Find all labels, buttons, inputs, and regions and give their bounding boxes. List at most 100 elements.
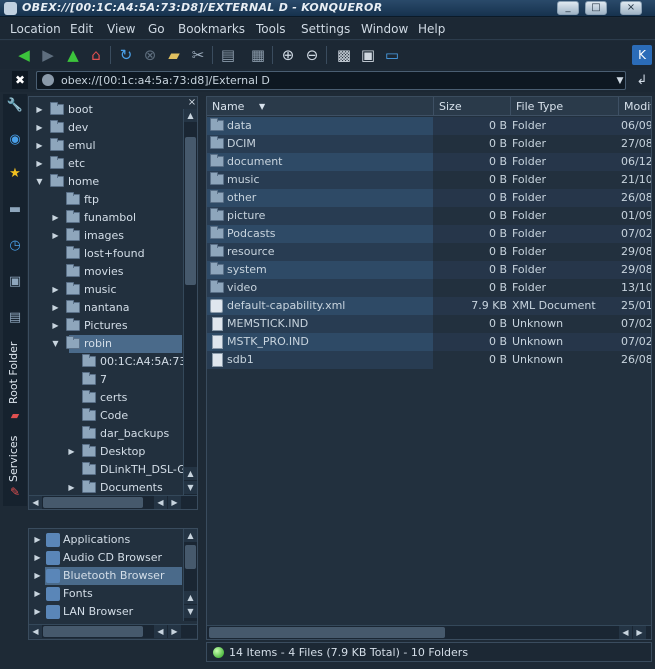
- scroll-left-icon[interactable]: ◀: [619, 626, 632, 639]
- menu-help[interactable]: Help: [418, 22, 445, 36]
- split-view-icon[interactable]: ▣: [358, 45, 378, 65]
- title-bar[interactable]: OBEX://[00:1C:A4:5A:73:D8]/EXTERNAL D - …: [0, 0, 655, 17]
- services-tree[interactable]: × ▶Applications▶Audio CD Browser▶Bluetoo…: [28, 528, 198, 640]
- home-folder-tab-icon[interactable]: ▬: [5, 200, 25, 220]
- scroll-right-icon[interactable]: ▶: [633, 626, 646, 639]
- file-row[interactable]: MEMSTICK.IND 0 B Unknown 07/02: [207, 315, 651, 333]
- services-vscrollbar[interactable]: ▲ ▲ ▼: [183, 529, 197, 621]
- network-tab-icon[interactable]: ▤: [5, 308, 25, 328]
- tree-hscroll-thumb[interactable]: [43, 497, 143, 508]
- up-icon[interactable]: ▲: [63, 45, 83, 65]
- zoom-in-icon[interactable]: ⊕: [278, 45, 298, 65]
- expand-arrow-icon[interactable]: ▶: [51, 213, 60, 222]
- clear-location-icon[interactable]: ✖: [12, 71, 28, 89]
- services-hscroll-thumb[interactable]: [43, 626, 143, 637]
- list-hscroll-thumb[interactable]: [209, 627, 445, 638]
- print-icon[interactable]: ▦: [248, 45, 268, 65]
- scroll-up-icon[interactable]: ▲: [184, 529, 197, 542]
- root-folder-tree[interactable]: × ▶ boot ▶ dev ▶ emul ▶ etc ▼ home ftp ▶ funambol ▶ im…: [28, 96, 198, 510]
- list-hscrollbar[interactable]: ◀ ▶: [207, 625, 651, 639]
- cut-icon[interactable]: ✂: [188, 45, 208, 65]
- file-row[interactable]: Podcasts 0 B Folder 07/02: [207, 225, 651, 243]
- go-location-icon[interactable]: ↲: [632, 71, 652, 91]
- expand-arrow-icon[interactable]: ▶: [33, 589, 42, 598]
- history-tab-icon[interactable]: ◷: [5, 236, 25, 256]
- scroll-left-icon[interactable]: ◀: [154, 625, 167, 638]
- expand-arrow-icon[interactable]: ▶: [33, 553, 42, 562]
- file-list-view[interactable]: Name ▼ Size File Type Modifi data 0 B Fold…: [206, 96, 652, 640]
- forward-icon[interactable]: ▶: [38, 45, 58, 65]
- tree-item[interactable]: [29, 191, 184, 209]
- file-row[interactable]: resource 0 B Folder 29/08: [207, 243, 651, 261]
- file-row[interactable]: other 0 B Folder 26/08: [207, 189, 651, 207]
- scroll-up-icon[interactable]: ▲: [184, 467, 197, 480]
- menu-edit[interactable]: Edit: [70, 22, 93, 36]
- stop-icon[interactable]: ⊗: [140, 45, 160, 65]
- reload-icon[interactable]: ↻: [116, 45, 136, 65]
- tree-vscrollbar[interactable]: ▲ ▲ ▼: [183, 109, 197, 495]
- close-button[interactable]: ×: [620, 1, 642, 15]
- expand-arrow-icon[interactable]: ▶: [33, 535, 42, 544]
- copy-icon[interactable]: ▤: [218, 45, 238, 65]
- column-size-header[interactable]: Size: [434, 97, 511, 116]
- tree-hscrollbar[interactable]: ◀ ◀ ▶: [29, 495, 197, 509]
- file-row[interactable]: data 0 B Folder 06/09: [207, 117, 651, 135]
- menu-window[interactable]: Window: [361, 22, 408, 36]
- location-input[interactable]: obex://[00:1c:a4:5a:73:d8]/External D: [36, 71, 626, 90]
- expand-arrow-icon[interactable]: ▶: [51, 285, 60, 294]
- service-label[interactable]: Applications: [63, 533, 130, 546]
- sidebar-config-icon[interactable]: 🔧: [5, 96, 25, 116]
- maximize-button[interactable]: □: [585, 1, 607, 15]
- terminal-icon[interactable]: ▭: [382, 45, 402, 65]
- scroll-left-icon[interactable]: ◀: [29, 496, 42, 509]
- root-folder-tab[interactable]: Root Folder: [7, 340, 20, 404]
- expand-arrow-icon[interactable]: ▶: [33, 607, 42, 616]
- expand-arrow-icon[interactable]: ▶: [51, 231, 60, 240]
- file-row[interactable]: picture 0 B Folder 01/09: [207, 207, 651, 225]
- file-row[interactable]: document 0 B Folder 06/12: [207, 153, 651, 171]
- scroll-down-icon[interactable]: ▼: [184, 605, 197, 618]
- services-hscrollbar[interactable]: ◀ ◀ ▶: [29, 624, 197, 638]
- scroll-up-icon[interactable]: ▲: [184, 591, 197, 604]
- scroll-right-icon[interactable]: ▶: [168, 496, 181, 509]
- scroll-up-icon[interactable]: ▲: [184, 109, 197, 122]
- expand-arrow-icon[interactable]: ▶: [35, 141, 44, 150]
- file-row[interactable]: system 0 B Folder 29/08: [207, 261, 651, 279]
- expand-arrow-icon[interactable]: ▶: [33, 571, 42, 580]
- scroll-left-icon[interactable]: ◀: [154, 496, 167, 509]
- menu-bookmarks[interactable]: Bookmarks: [178, 22, 245, 36]
- location-dropdown-icon[interactable]: ▼: [610, 71, 630, 91]
- media-tab-icon[interactable]: ▣: [5, 272, 25, 292]
- scroll-left-icon[interactable]: ◀: [29, 625, 42, 638]
- column-name-header[interactable]: Name ▼: [207, 97, 434, 116]
- scroll-right-icon[interactable]: ▶: [168, 625, 181, 638]
- root-folder-tab-icon[interactable]: ▰: [5, 406, 25, 426]
- menu-settings[interactable]: Settings: [301, 22, 350, 36]
- menu-tools[interactable]: Tools: [256, 22, 286, 36]
- favorites-tab-icon[interactable]: ★: [5, 164, 25, 184]
- expand-arrow-icon[interactable]: ▶: [35, 123, 44, 132]
- expand-arrow-icon[interactable]: ▶: [51, 321, 60, 330]
- collapse-arrow-icon[interactable]: ▼: [35, 177, 44, 186]
- collapse-arrow-icon[interactable]: ▼: [51, 339, 60, 348]
- menu-location[interactable]: Location: [10, 22, 61, 36]
- kde-logo-icon[interactable]: K: [632, 45, 652, 65]
- file-row[interactable]: sdb1 0 B Unknown 26/08: [207, 351, 651, 369]
- home-icon[interactable]: ⌂: [86, 45, 106, 65]
- close-tree-icon[interactable]: ×: [187, 98, 197, 108]
- menu-view[interactable]: View: [107, 22, 135, 36]
- bookmarks-tab-icon[interactable]: ◉: [5, 130, 25, 150]
- expand-arrow-icon[interactable]: ▶: [35, 105, 44, 114]
- back-icon[interactable]: ◀: [14, 45, 34, 65]
- service-label[interactable]: LAN Browser: [63, 605, 133, 618]
- file-row[interactable]: music 0 B Folder 21/10: [207, 171, 651, 189]
- menu-go[interactable]: Go: [148, 22, 165, 36]
- expand-arrow-icon[interactable]: ▶: [51, 303, 60, 312]
- services-tab-icon[interactable]: ✎: [5, 482, 25, 502]
- file-row[interactable]: DCIM 0 B Folder 27/08: [207, 135, 651, 153]
- tree-scroll-thumb[interactable]: [185, 137, 196, 285]
- service-label[interactable]: Audio CD Browser: [63, 551, 162, 564]
- zoom-out-icon[interactable]: ⊖: [302, 45, 322, 65]
- scroll-down-icon[interactable]: ▼: [184, 481, 197, 494]
- column-type-header[interactable]: File Type: [511, 97, 619, 116]
